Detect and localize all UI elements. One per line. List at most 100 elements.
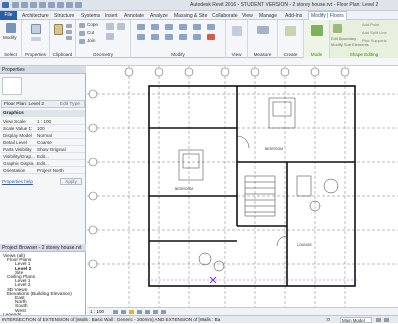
cope-icon[interactable]	[79, 23, 85, 28]
undo-icon[interactable]	[30, 2, 37, 8]
paint-icon[interactable]	[117, 23, 125, 30]
shadows-icon[interactable]	[137, 310, 142, 314]
create-group: Create	[278, 20, 304, 58]
revit-logo-icon[interactable]	[2, 2, 9, 8]
cut-button[interactable]: Cut	[87, 30, 94, 35]
detail-level-icon[interactable]	[113, 310, 118, 314]
property-value[interactable]: Edit...	[37, 160, 49, 167]
tab-annotate[interactable]: Annotate	[122, 12, 146, 20]
trim-icon[interactable]	[137, 34, 145, 40]
select-group: Modify Select	[0, 20, 22, 58]
property-row[interactable]: Graphic Displa... Edit...	[1, 160, 85, 167]
tab-modify-floors[interactable]: Modify | Floors	[308, 11, 347, 20]
property-value[interactable]: Project North	[37, 167, 64, 174]
cope-button[interactable]: Cope	[87, 22, 98, 27]
edit-boundary-button[interactable]: Edit Boundary	[331, 36, 356, 41]
crop-view-icon[interactable]	[145, 310, 150, 314]
split-icon[interactable]	[151, 34, 159, 40]
split-face-icon[interactable]	[106, 33, 114, 40]
property-value[interactable]: 1 : 100	[37, 118, 51, 125]
pick-supports-button[interactable]: Pick Supports	[362, 38, 387, 43]
open-icon[interactable]	[12, 2, 19, 8]
temporary-hide-icon[interactable]	[161, 310, 166, 314]
view-visibility-icon[interactable]	[232, 26, 242, 36]
tab-analyze[interactable]: Analyze	[148, 12, 170, 20]
cut-clip-icon[interactable]	[66, 24, 72, 28]
copy-element-icon[interactable]	[193, 24, 201, 30]
delete-icon[interactable]	[207, 34, 215, 40]
copy-icon[interactable]	[66, 30, 72, 34]
add-point-button[interactable]: Add Point	[362, 22, 379, 27]
array-icon[interactable]	[179, 34, 187, 40]
select-label[interactable]: Select	[0, 52, 21, 57]
tab-file[interactable]: File	[0, 11, 17, 20]
property-row[interactable]: Detail Level Coarse	[1, 139, 85, 146]
property-value[interactable]: Coarse	[37, 139, 52, 146]
mirror-axis-icon[interactable]	[165, 24, 173, 30]
tab-insert[interactable]: Insert	[103, 12, 120, 20]
type-properties-icon[interactable]	[31, 37, 41, 41]
tab-manage[interactable]: Manage	[257, 12, 279, 20]
properties-icon[interactable]	[31, 24, 41, 34]
design-option-selector[interactable]: Main Model	[340, 317, 372, 323]
shape-editing-group: Edit Boundary Modify Sub Elements Add Po…	[330, 20, 398, 58]
save-icon[interactable]	[21, 2, 28, 8]
edit-boundary-icon[interactable]	[311, 25, 323, 36]
view-group: View	[226, 20, 248, 58]
modify-sub-elements-icon[interactable]	[333, 24, 342, 33]
drawing-area[interactable]: BEDROOM BEDROOM LOUNGE	[87, 66, 398, 307]
visual-style-icon[interactable]	[121, 310, 126, 314]
sun-path-icon[interactable]	[129, 310, 134, 314]
join-button[interactable]: Join	[87, 38, 95, 43]
wall-joins-icon[interactable]	[106, 23, 114, 30]
add-split-line-button[interactable]: Add Split Line	[362, 30, 387, 35]
property-row[interactable]: Visibility/Grap... Edit...	[1, 153, 85, 160]
create-parts-icon[interactable]	[285, 26, 296, 36]
tab-view[interactable]: View	[240, 12, 255, 20]
offset-icon[interactable]	[151, 24, 159, 30]
modify-button[interactable]: Modify	[3, 35, 17, 40]
3d-view-quick-icon[interactable]	[75, 2, 82, 8]
property-value[interactable]: Normal	[37, 132, 52, 139]
tab-architecture[interactable]: Architecture	[20, 12, 51, 20]
type-selector[interactable]: Floor Plan: Level 2 Edit Type	[1, 100, 85, 108]
floor-plan-drawing[interactable]: BEDROOM BEDROOM LOUNGE	[87, 66, 398, 307]
measure-quick-icon[interactable]	[57, 2, 64, 8]
edit-type-button[interactable]: Edit Type	[60, 101, 80, 108]
geometry-group: Cope Cut Join Geometry	[76, 20, 131, 58]
graphics-section-header[interactable]: Graphics	[1, 110, 85, 117]
text-quick-icon[interactable]	[66, 2, 73, 8]
property-row[interactable]: Orientation Project North	[1, 167, 85, 174]
rotate-icon[interactable]	[207, 24, 215, 30]
paste-icon[interactable]	[54, 24, 63, 35]
scale-icon[interactable]	[193, 34, 201, 40]
modify-cursor-icon[interactable]	[6, 23, 16, 33]
tab-systems[interactable]: Systems	[79, 12, 102, 20]
move-icon[interactable]	[179, 24, 187, 30]
measure-icon[interactable]	[257, 26, 269, 34]
tab-massing-site[interactable]: Massing & Site	[172, 12, 209, 20]
align-icon[interactable]	[137, 24, 145, 30]
view-scale[interactable]: 1 : 100	[90, 309, 104, 314]
join-icon[interactable]	[79, 39, 85, 44]
tab-structure[interactable]: Structure	[52, 12, 76, 20]
filter-icon[interactable]	[376, 318, 381, 322]
property-value[interactable]: Show Original	[37, 146, 66, 153]
property-value[interactable]: 100	[37, 125, 45, 132]
property-row[interactable]: View Scale 1 : 100	[1, 118, 85, 125]
tab-collaborate[interactable]: Collaborate	[210, 12, 240, 20]
match-type-icon[interactable]	[66, 36, 72, 40]
select-links-icon[interactable]	[384, 318, 389, 322]
properties-help-link[interactable]: Properties help	[2, 179, 33, 184]
redo-icon[interactable]	[39, 2, 46, 8]
property-row[interactable]: Display Model Normal	[1, 132, 85, 139]
tab-add-ins[interactable]: Add-Ins	[283, 12, 304, 20]
print-icon[interactable]	[48, 2, 55, 8]
property-value[interactable]: Edit...	[37, 153, 49, 160]
apply-button[interactable]: Apply	[60, 178, 82, 185]
mirror-draw-icon[interactable]	[165, 34, 173, 40]
show-crop-icon[interactable]	[153, 310, 158, 314]
property-row[interactable]: Parts Visibility Show Original	[1, 146, 85, 153]
cut-geometry-icon[interactable]	[79, 31, 85, 36]
property-row[interactable]: Scale Value 1: 100	[1, 125, 85, 132]
